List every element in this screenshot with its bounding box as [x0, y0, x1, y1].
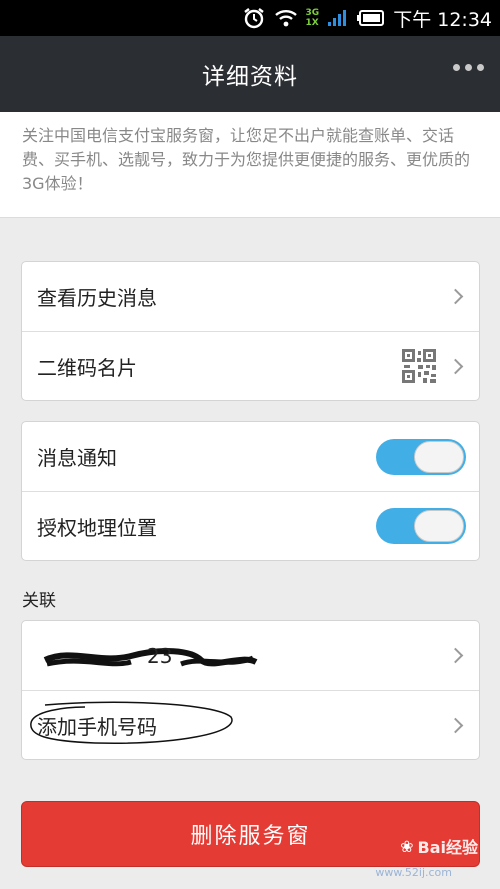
dot	[477, 64, 484, 71]
network-top-label: 3G	[305, 8, 320, 18]
signal-icon	[327, 9, 349, 27]
history-messages-row[interactable]: 查看历史消息	[22, 262, 479, 331]
row-label: 添加手机号码	[37, 714, 157, 739]
status-bar: 3G 1X 下午 12:34	[0, 0, 500, 36]
qr-card-row[interactable]: 二维码名片	[22, 331, 479, 400]
watermark-url: www.52ij.com	[375, 866, 452, 879]
message-notification-row: 消息通知	[22, 422, 479, 491]
row-label: 查看历史消息	[37, 286, 157, 310]
toggle-knob	[414, 510, 464, 542]
chevron-right-icon	[447, 647, 464, 664]
paw-icon: ❀	[400, 836, 414, 856]
dot	[453, 64, 460, 71]
more-dots-icon[interactable]	[453, 64, 484, 71]
account-partial-text: 23	[147, 643, 173, 668]
row-label: 二维码名片	[37, 355, 137, 380]
alarm-icon	[242, 6, 266, 30]
redaction-scribble	[43, 647, 258, 666]
related-group: 23 添加手机号码	[21, 620, 480, 760]
baidu-watermark: ❀ Bai经验	[400, 834, 478, 858]
related-section-label: 关联	[22, 591, 56, 611]
qr-code-icon	[402, 349, 436, 383]
add-phone-row[interactable]: 添加手机号码	[22, 690, 479, 759]
notification-toggle[interactable]	[376, 438, 466, 475]
chevron-right-icon	[447, 288, 464, 305]
add-phone-label-wrap: 添加手机号码	[30, 701, 233, 744]
dot	[465, 64, 472, 71]
location-toggle[interactable]	[376, 508, 466, 544]
row-label: 授权地理位置	[37, 515, 157, 540]
info-group: 查看历史消息 二维码名片	[21, 261, 480, 401]
page-title: 详细资料	[202, 64, 298, 90]
redacted-account-label: 23	[37, 644, 258, 668]
watermark-text: Bai经验	[417, 838, 478, 857]
network-type-indicator: 3G 1X	[306, 8, 320, 28]
location-permission-row: 授权地理位置	[22, 491, 479, 560]
service-description: 关注中国电信支付宝服务窗，让您足不出户就能查账单、交话费、买手机、选靓号，致力于…	[0, 112, 500, 218]
chevron-right-icon	[447, 717, 464, 733]
app-header: 详细资料	[0, 36, 500, 112]
wifi-icon	[274, 8, 298, 28]
row-label: 消息通知	[37, 446, 117, 470]
toggle-knob	[414, 440, 464, 473]
chevron-right-icon	[447, 358, 464, 374]
network-bottom-label: 1X	[305, 18, 319, 28]
status-time: 下午 12:34	[393, 8, 492, 31]
linked-account-row[interactable]: 23	[22, 621, 479, 690]
battery-icon	[357, 10, 385, 26]
settings-group: 消息通知 授权地理位置	[21, 421, 480, 561]
